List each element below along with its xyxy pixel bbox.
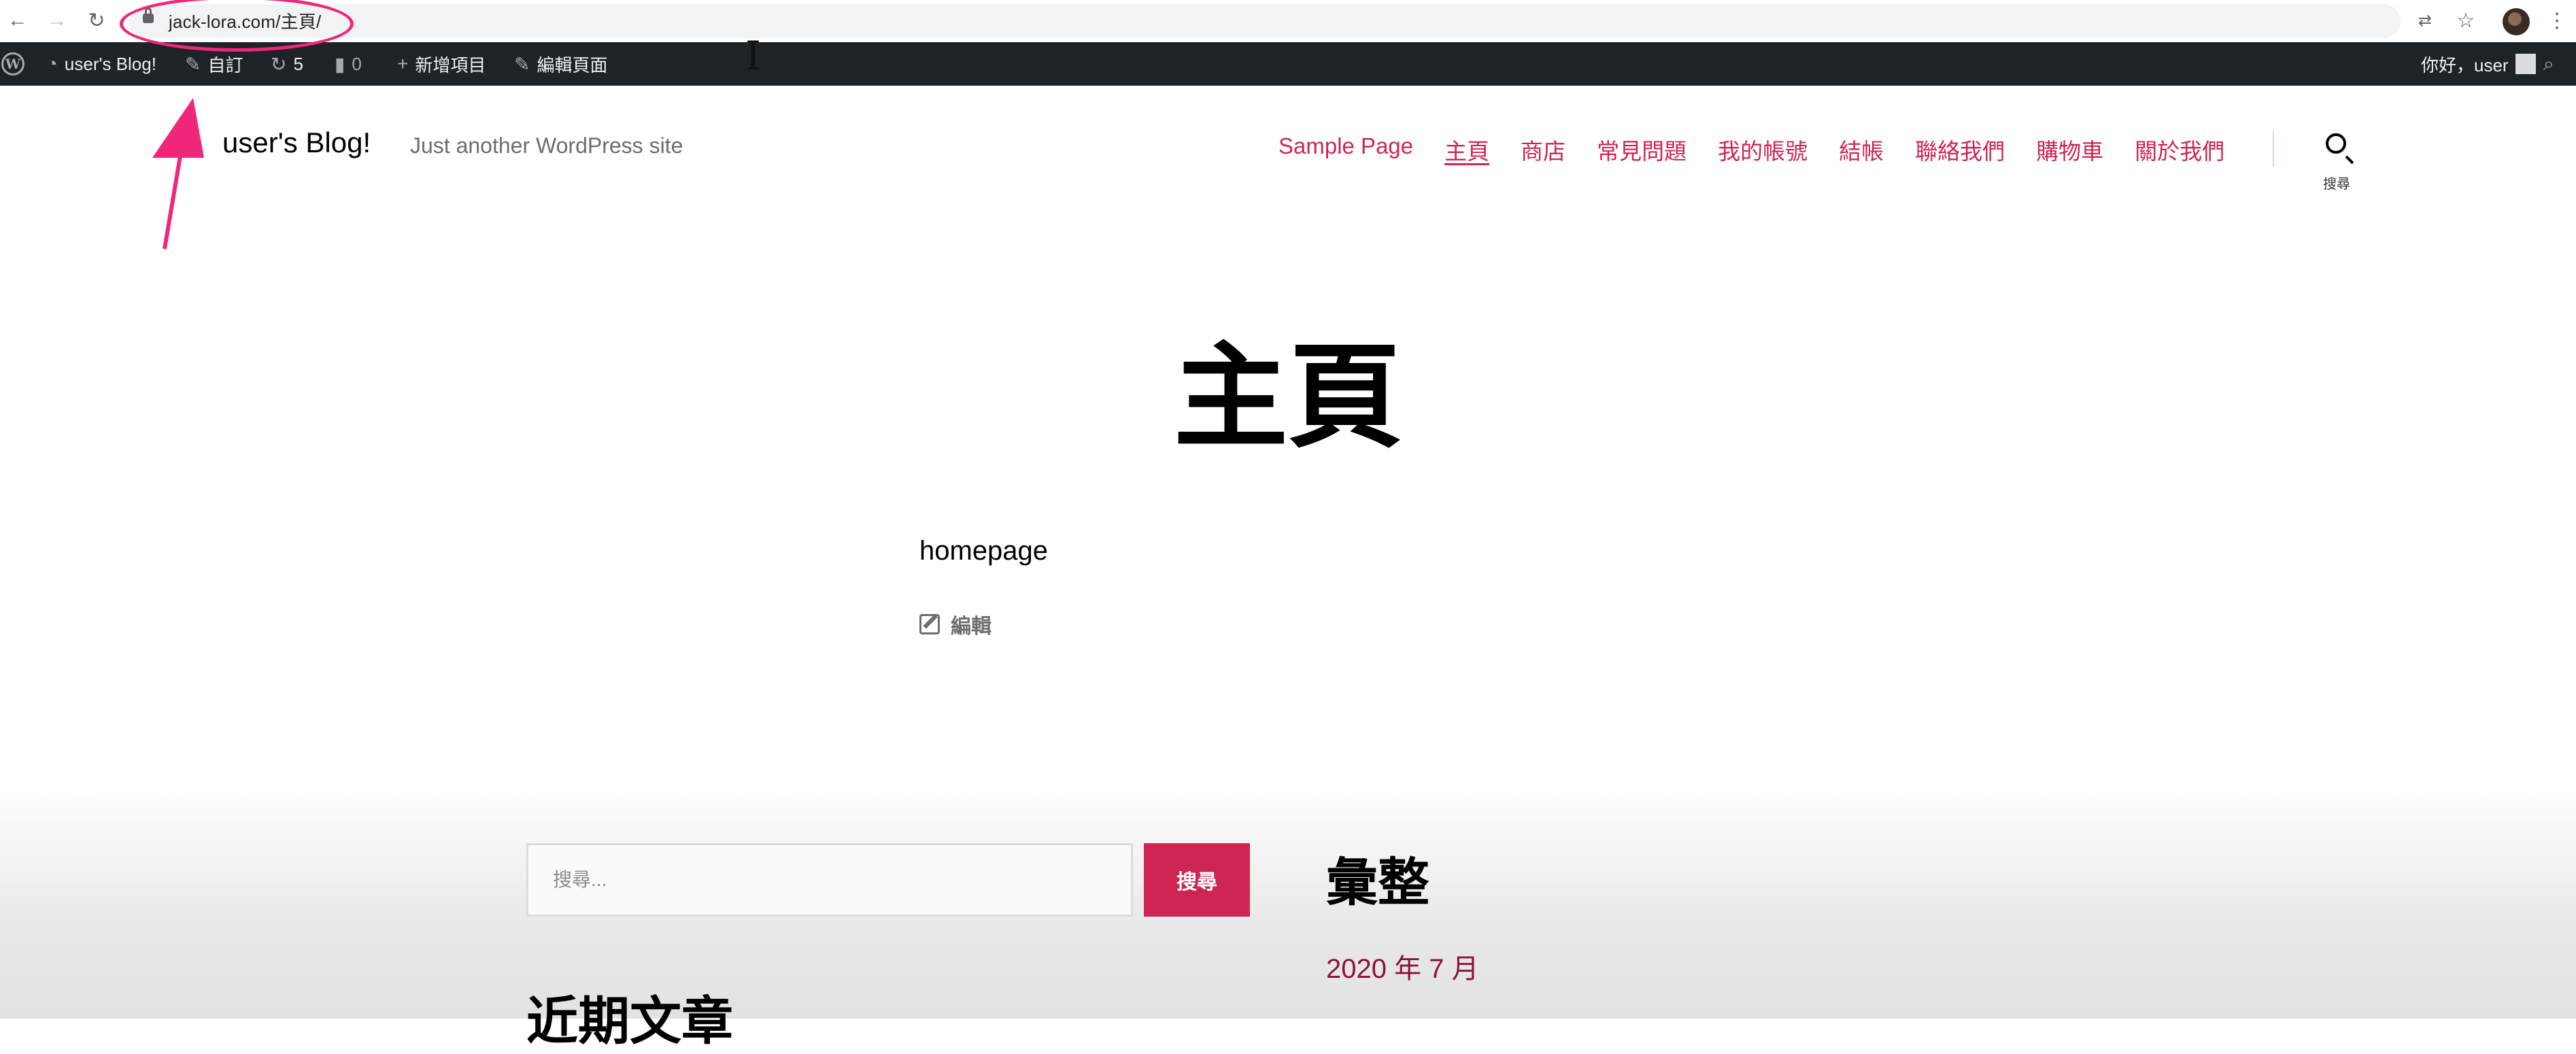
recent-posts-widget-title: 近期文章 (526, 993, 733, 1051)
archives-widget-title: 彙整 (1326, 854, 1429, 912)
edit-post-link[interactable]: 編輯 (919, 609, 992, 639)
edit-icon (919, 614, 940, 634)
footer-widgets-area (0, 782, 2576, 1019)
arrow-head (152, 98, 204, 158)
archive-month-link[interactable]: 2020 年 7 月 (1326, 947, 1479, 986)
search-submit-button[interactable]: 搜尋 (1144, 843, 1250, 917)
edit-link-label: 編輯 (951, 615, 992, 638)
search-input[interactable] (526, 843, 1133, 917)
entry-content: homepage (919, 536, 1049, 566)
page-title: 主頁 (1174, 333, 1402, 461)
